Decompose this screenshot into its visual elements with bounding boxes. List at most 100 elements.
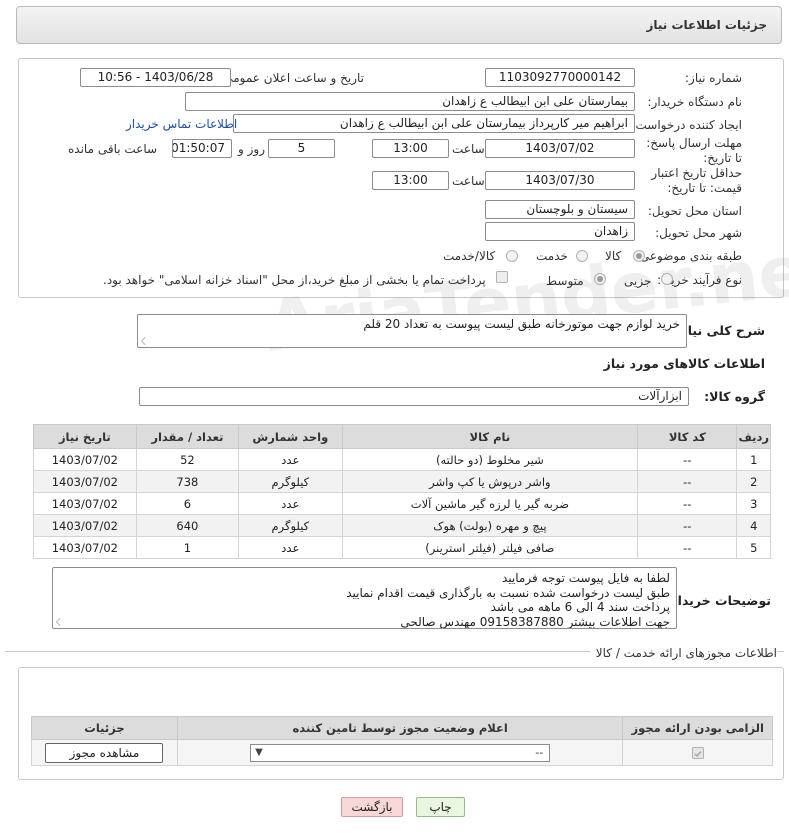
col-name: نام کالا — [341, 424, 639, 449]
table-row: 1 -- شیر مخلوط (دو حالته) عدد 52 1403/07… — [33, 448, 771, 471]
goods-group-field[interactable]: ابزارآلات — [139, 387, 689, 406]
days-label: روز و — [238, 142, 265, 156]
category-radio-both[interactable] — [506, 250, 518, 262]
col-qty: تعداد / مقدار — [135, 424, 240, 449]
category-option-both: کالا/خدمت — [443, 249, 496, 263]
cell-qty: 738 — [135, 470, 240, 493]
need-number-field[interactable]: 1103092770000142 — [485, 68, 635, 87]
buyer-org-field[interactable]: بیمارستان علی ابن ابیطالب ع زاهدان — [185, 92, 635, 111]
cell-date: 1403/07/02 — [33, 470, 137, 493]
cell-qty: 6 — [135, 492, 240, 515]
deadline-label: مهلت ارسال پاسخ: تا تاریخ: — [646, 136, 742, 165]
buyer-notes-line: لطفا به فایل پیوست توجه فرمایید — [502, 571, 670, 585]
province-field[interactable]: سیستان و بلوچستان — [485, 200, 635, 219]
description-textarea[interactable]: خرید لوازم جهت موتورخانه طبق لیست پیوست … — [137, 314, 687, 348]
table-row: 4 -- پیچ و مهره (بولت) هوک کیلوگرم 640 1… — [33, 514, 771, 537]
payment-note: پرداخت تمام یا بخشی از مبلغ خرید،از محل … — [103, 273, 486, 287]
cell-unit: عدد — [238, 536, 343, 559]
category-label: طبقه بندی موضوعی: — [635, 249, 742, 263]
cell-name: پیچ و مهره (بولت) هوک — [341, 514, 639, 537]
buyer-notes-line: طبق لیست درخواست شده نسبت به بارگذاری قی… — [346, 585, 670, 600]
need-number-label: شماره نیاز: — [685, 71, 742, 85]
process-radio-medium[interactable] — [594, 273, 606, 285]
deadline-date-field[interactable]: 1403/07/02 — [485, 139, 635, 158]
buyer-contact-link[interactable]: اطلاعات تماس خریدار — [126, 117, 237, 131]
col-code: کد کالا — [637, 424, 738, 449]
cell-name: شیر مخلوط (دو حالته) — [341, 448, 639, 471]
col-license-details: جزئیات — [31, 716, 178, 740]
licenses-table: الزامی بودن ارائه مجوز اعلام وضعیت مجوز … — [31, 716, 773, 766]
cell-unit: عدد — [238, 448, 343, 471]
validity-label: حداقل تاریخ اعتبار قیمت: تا تاریخ: — [651, 166, 742, 195]
cell-code: -- — [637, 448, 738, 471]
process-radio-minor[interactable] — [661, 273, 673, 285]
cell-row: 5 — [736, 536, 771, 559]
license-status-cell: ▼ -- — [176, 739, 624, 766]
buyer-notes-textarea[interactable]: لطفا به فایل پیوست توجه فرمایید طبق لیست… — [52, 567, 677, 629]
validity-time-label: ساعت — [452, 174, 485, 188]
license-details-cell: مشاهده مجوز — [31, 739, 178, 766]
cell-code: -- — [637, 514, 738, 537]
process-option-medium: متوسط — [546, 274, 584, 288]
cell-code: -- — [637, 492, 738, 515]
remaining-time-field[interactable]: 01:50:07 — [172, 139, 232, 158]
cell-code: -- — [637, 470, 738, 493]
cell-date: 1403/07/02 — [33, 536, 137, 559]
city-label: شهر محل تحویل: — [655, 226, 742, 240]
process-option-minor: جزیی — [624, 274, 652, 288]
province-label: استان محل تحویل: — [647, 204, 742, 218]
table-row: 5 -- صافی فیلتر (فیلتر استرینر) عدد 1 14… — [33, 536, 771, 559]
goods-table: ردیف کد کالا نام کالا واحد شمارش تعداد /… — [33, 424, 771, 559]
page-title: جزئیات اطلاعات نیاز — [646, 18, 767, 32]
license-required-checkbox[interactable] — [691, 746, 704, 759]
deadline-time-field[interactable]: 13:00 — [372, 139, 449, 158]
category-radio-goods[interactable] — [633, 250, 645, 262]
buyer-notes-line: پرداخت سند 4 الی 6 ماهه می باشد — [490, 600, 670, 614]
license-required-cell — [622, 739, 773, 766]
col-row: ردیف — [736, 424, 771, 449]
view-license-button[interactable]: مشاهده مجوز — [45, 742, 164, 763]
announce-field[interactable]: 1403/06/28 - 10:56 — [80, 68, 231, 87]
cell-row: 1 — [736, 448, 771, 471]
buyer-notes-line: جهت اطلاعات بیشتر 09158387880 مهندس صالح… — [400, 614, 670, 629]
cell-row: 4 — [736, 514, 771, 537]
goods-group-label: گروه کالا: — [704, 389, 765, 404]
cell-qty: 1 — [135, 536, 240, 559]
deadline-time-label: ساعت — [452, 142, 485, 156]
col-license-required: الزامی بودن ارائه مجوز — [622, 716, 773, 740]
cell-name: صافی فیلتر (فیلتر استرینر) — [341, 536, 639, 559]
license-status-select[interactable]: ▼ -- — [250, 743, 551, 762]
table-row: 2 -- واشر درپوش یا کپ واشر کیلوگرم 738 1… — [33, 470, 771, 493]
cell-date: 1403/07/02 — [33, 448, 137, 471]
validity-time-field[interactable]: 13:00 — [372, 171, 449, 190]
requester-field[interactable]: ابراهیم میر کارپرداز بیمارستان علی ابن ا… — [233, 114, 635, 133]
table-row: ▼ -- مشاهده مجوز — [31, 739, 773, 766]
chevron-down-icon: ▼ — [255, 746, 263, 758]
cell-qty: 52 — [135, 448, 240, 471]
cell-unit: کیلوگرم — [238, 514, 343, 537]
description-label: شرح کلی نیاز: — [675, 323, 765, 338]
licenses-section-title: اطلاعات مجوزهای ارائه خدمت / کالا — [589, 646, 777, 660]
days-field[interactable]: 5 — [268, 139, 335, 158]
col-license-status: اعلام وضعیت مجوز توسط تامین کننده — [176, 716, 624, 740]
license-status-value: -- — [535, 745, 544, 759]
col-unit: واحد شمارش — [238, 424, 343, 449]
resize-handle-icon[interactable] — [141, 337, 149, 345]
table-row: 3 -- ضربه گیر یا لرزه گیر ماشین آلات عدد… — [33, 492, 771, 515]
back-button[interactable]: بازگشت — [341, 797, 403, 817]
remaining-label: ساعت باقی مانده — [68, 142, 158, 156]
buyer-org-label: نام دستگاه خریدار: — [647, 95, 743, 109]
buyer-notes-label: توضیحات خریدار: — [665, 593, 771, 608]
category-option-goods: کالا — [605, 249, 622, 263]
validity-date-field[interactable]: 1403/07/30 — [485, 171, 635, 190]
col-date: تاریخ نیاز — [33, 424, 137, 449]
treasury-checkbox[interactable] — [496, 271, 508, 283]
cell-code: -- — [637, 536, 738, 559]
cell-name: ضربه گیر یا لرزه گیر ماشین آلات — [341, 492, 639, 515]
cell-row: 3 — [736, 492, 771, 515]
description-text: خرید لوازم جهت موتورخانه طبق لیست پیوست … — [363, 317, 680, 331]
print-button[interactable]: چاپ — [416, 797, 465, 817]
city-field[interactable]: زاهدان — [485, 222, 635, 241]
cell-row: 2 — [736, 470, 771, 493]
category-radio-service[interactable] — [576, 250, 588, 262]
